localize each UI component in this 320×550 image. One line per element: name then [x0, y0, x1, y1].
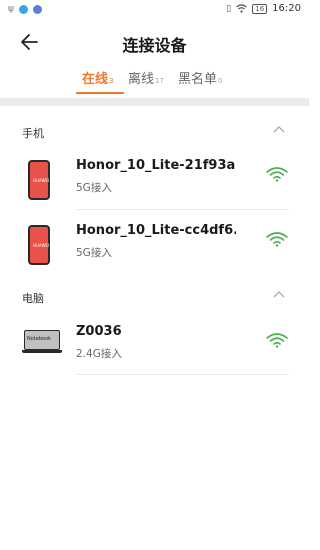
- active-tab-indicator: [76, 92, 124, 94]
- laptop-brand-label: Notebook: [27, 336, 52, 342]
- device-connection-type: 5G接入: [76, 182, 112, 194]
- tab-blacklist[interactable]: 黑名单0: [178, 68, 222, 96]
- device-connection-type: 2.4G接入: [76, 348, 122, 360]
- wifi-signal-icon: [266, 333, 288, 348]
- tab-online-count: 3: [109, 77, 114, 85]
- wifi-status-icon: [236, 4, 248, 13]
- tab-blacklist-count: 0: [218, 77, 223, 85]
- device-row[interactable]: HUAWEI Honor_10_Lite-21f93a... 5G接入: [0, 150, 309, 212]
- section-divider: [0, 98, 309, 106]
- battery-icon: 16: [252, 3, 268, 14]
- section-header-computers: 电脑: [22, 292, 44, 305]
- tab-bar: 在线3 离线17 黑名单0: [0, 68, 309, 96]
- phone-icon: HUAWEI: [28, 225, 50, 265]
- status-bar: ψ ▯ 16 16:20: [0, 0, 309, 20]
- chevron-up-icon[interactable]: [273, 125, 285, 133]
- tab-offline-label: 离线: [128, 72, 155, 87]
- page-title: 连接设备: [122, 36, 187, 55]
- wifi-signal-icon: [266, 167, 288, 182]
- clock: 16:20: [272, 3, 301, 14]
- tab-offline-count: 17: [155, 77, 164, 85]
- device-name: Z0036: [76, 324, 122, 339]
- status-bar-right: ▯ 16 16:20: [226, 3, 301, 14]
- tab-online-label: 在线: [82, 72, 109, 87]
- device-name: Honor_10_Lite-cc4df6...: [76, 223, 236, 238]
- laptop-icon: Notebook: [22, 330, 62, 353]
- vibrate-icon: ▯: [226, 3, 232, 14]
- device-row[interactable]: HUAWEI Honor_10_Lite-cc4df6... 5G接入: [0, 215, 309, 277]
- device-row[interactable]: Notebook Z0036 2.4G接入: [0, 316, 309, 378]
- tab-offline[interactable]: 离线17: [128, 68, 164, 96]
- phone-brand-label: HUAWEI: [33, 178, 50, 183]
- usb-icon: ψ: [8, 4, 14, 14]
- tab-blacklist-label: 黑名单: [178, 72, 218, 87]
- wifi-signal-icon: [266, 232, 288, 247]
- row-divider: [76, 374, 289, 375]
- section-header-phones: 手机: [22, 127, 44, 140]
- device-connection-type: 5G接入: [76, 247, 112, 259]
- chevron-up-icon[interactable]: [273, 290, 285, 298]
- browser-notification-icon: [32, 4, 42, 14]
- phone-brand-label: HUAWEI: [33, 243, 50, 248]
- app-notification-icon: [18, 4, 28, 14]
- row-divider: [76, 209, 289, 210]
- device-name: Honor_10_Lite-21f93a...: [76, 158, 236, 173]
- status-bar-left: ψ: [8, 4, 42, 14]
- phone-icon: HUAWEI: [28, 160, 50, 200]
